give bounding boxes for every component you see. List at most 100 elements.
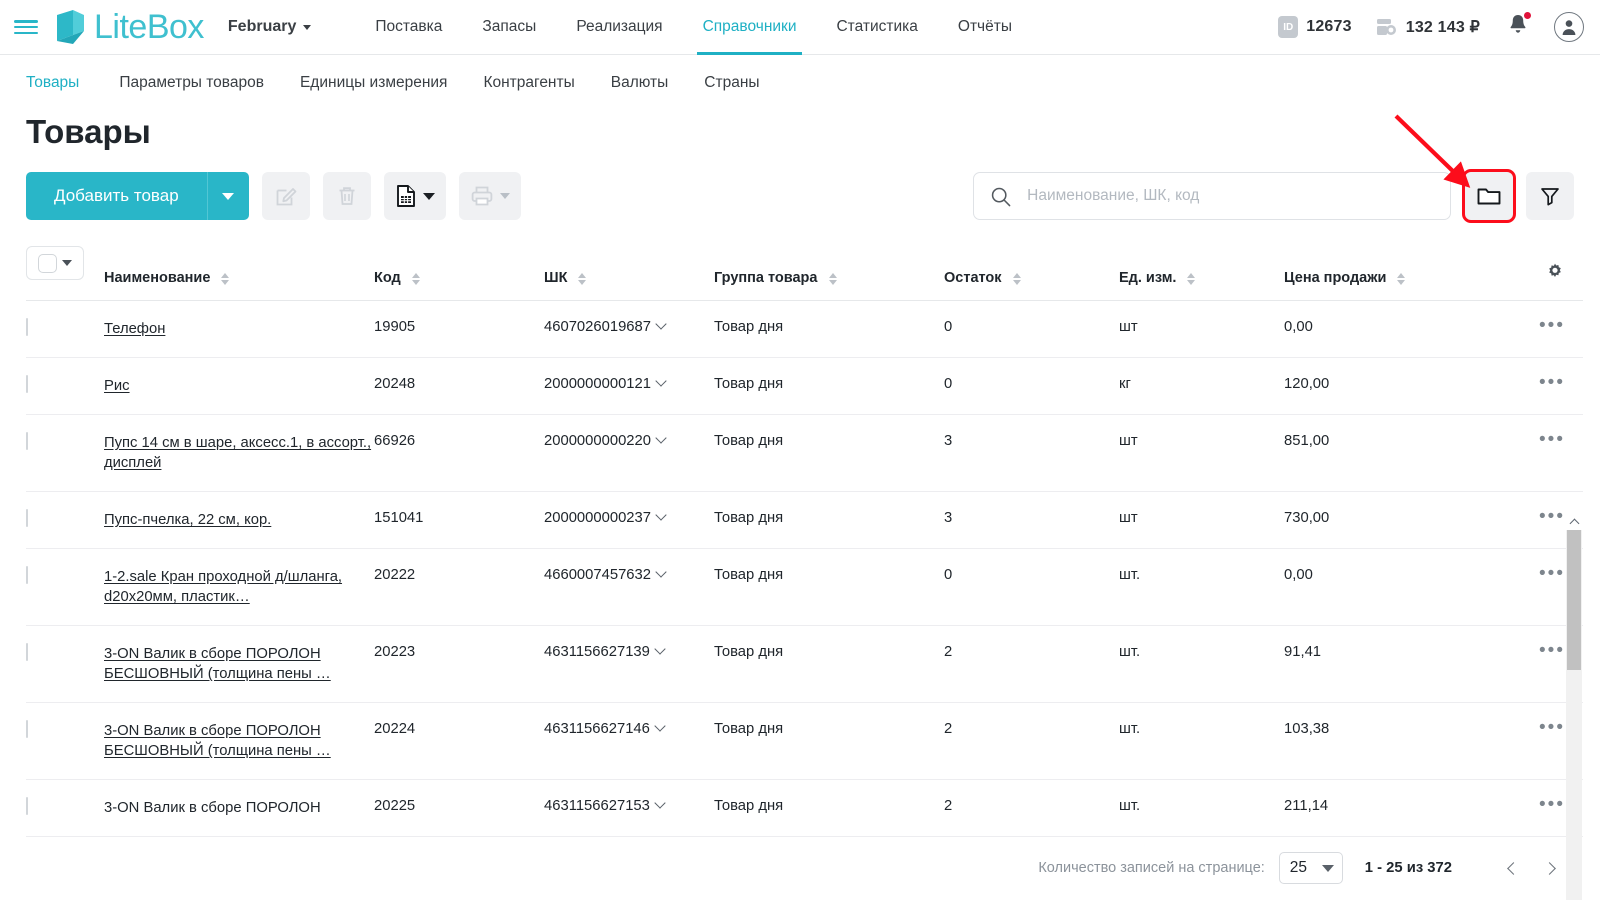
cell-barcode: 4631156627146 xyxy=(544,702,714,780)
table-settings-gear-icon[interactable] xyxy=(1545,263,1565,286)
export-file-button[interactable] xyxy=(383,172,446,220)
product-stock: 2 xyxy=(944,644,953,660)
row-actions-menu-icon[interactable]: ••• xyxy=(1539,718,1565,737)
filter-funnel-icon xyxy=(1541,188,1559,206)
row-checkbox-cell xyxy=(26,625,104,703)
col-header-stock[interactable]: Остаток xyxy=(944,246,1119,301)
barcode-expander[interactable]: 4607026019687 xyxy=(544,318,667,335)
table-row[interactable]: 3-ON Валик в сборе ПОРОЛОН БЕСШОВНЫЙ (то… xyxy=(26,625,1583,703)
row-actions-menu-icon[interactable]: ••• xyxy=(1539,641,1565,660)
row-checkbox[interactable] xyxy=(26,797,28,815)
user-avatar[interactable] xyxy=(1554,12,1584,42)
product-name-link[interactable]: 3-ON Валик в сборе ПОРОЛОН БЕСШОВНЫЙ (то… xyxy=(104,644,374,684)
sort-arrows-icon[interactable] xyxy=(411,273,420,286)
select-all-checkbox[interactable] xyxy=(38,253,57,273)
product-name-link[interactable]: Пупс-пчелка, 22 см, кор. xyxy=(104,510,374,530)
col-header-unit[interactable]: Ед. изм. xyxy=(1119,246,1284,301)
row-checkbox[interactable] xyxy=(26,509,28,527)
row-checkbox[interactable] xyxy=(26,643,28,661)
subnav-item-kontragenty[interactable]: Контрагенты xyxy=(465,74,592,92)
row-checkbox[interactable] xyxy=(26,566,28,584)
folder-view-button[interactable] xyxy=(1462,169,1516,223)
barcode-expander[interactable]: 4631156627146 xyxy=(544,720,666,737)
edit-button[interactable] xyxy=(261,172,310,220)
month-selector[interactable]: February xyxy=(228,18,312,36)
sort-arrows-icon[interactable] xyxy=(1397,273,1406,286)
scrollbar-thumb[interactable] xyxy=(1567,530,1581,670)
notifications-bell-icon[interactable] xyxy=(1506,11,1532,42)
col-header-barcode[interactable]: ШК xyxy=(544,246,714,301)
sort-arrows-icon[interactable] xyxy=(828,273,837,286)
filter-button[interactable] xyxy=(1526,172,1574,220)
table-row[interactable]: Телефон 19905 4607026019687 Товар дня 0 шт 0,0… xyxy=(26,300,1583,358)
row-checkbox[interactable] xyxy=(26,432,28,450)
col-header-code[interactable]: Код xyxy=(374,246,544,301)
row-actions-menu-icon[interactable]: ••• xyxy=(1539,795,1565,814)
delete-button[interactable] xyxy=(322,172,371,220)
col-header-name[interactable]: Наименование xyxy=(104,246,374,301)
subnav-item-edinitsy-izmereniya[interactable]: Единицы измерения xyxy=(282,74,465,92)
subnav-item-valyuty[interactable]: Валюты xyxy=(593,74,687,92)
subnav-item-strany[interactable]: Страны xyxy=(686,74,777,92)
add-product-dropdown-button[interactable] xyxy=(206,172,249,220)
row-actions-menu-icon[interactable]: ••• xyxy=(1539,507,1565,526)
product-name-link[interactable]: Пупс 14 см в шаре, аксесс.1, в ассорт., … xyxy=(104,433,374,473)
add-product-button[interactable]: Добавить товар xyxy=(26,172,207,220)
product-name-link[interactable]: 1-2.sale Кран проходной д/шланга, d20x20… xyxy=(104,567,374,607)
barcode-expander[interactable]: 4631156627153 xyxy=(544,797,666,814)
select-all-control[interactable] xyxy=(26,246,84,280)
subnav-item-tovary[interactable]: Товары xyxy=(26,74,101,92)
barcode-expander[interactable]: 4660007457632 xyxy=(544,566,667,583)
row-checkbox[interactable] xyxy=(26,375,28,393)
previous-page-button[interactable] xyxy=(1502,859,1520,877)
row-checkbox[interactable] xyxy=(26,720,28,738)
row-actions-menu-icon[interactable]: ••• xyxy=(1539,316,1565,335)
table-row[interactable]: Рис 20248 2000000000121 Товар дня 0 кг 120,00 •… xyxy=(26,357,1583,415)
nav-item-otchety[interactable]: Отчёты xyxy=(938,0,1032,55)
barcode-expander[interactable]: 2000000000220 xyxy=(544,432,667,449)
nav-item-statistika[interactable]: Статистика xyxy=(816,0,937,55)
search-input[interactable] xyxy=(1025,186,1434,206)
product-name-link[interactable]: 3-ON Валик в сборе ПОРОЛОН БЕСШОВНЫЙ (то… xyxy=(104,721,374,761)
col-header-price[interactable]: Цена продажи xyxy=(1284,246,1504,301)
next-page-button[interactable] xyxy=(1542,859,1560,877)
search-box[interactable] xyxy=(973,172,1451,220)
barcode-expander[interactable]: 4631156627139 xyxy=(544,643,666,660)
sort-arrows-icon[interactable] xyxy=(1012,273,1021,286)
barcode-expander[interactable]: 2000000000237 xyxy=(544,509,667,526)
edit-pencil-icon xyxy=(276,188,297,206)
product-name-link[interactable]: Рис xyxy=(104,376,374,396)
table-row[interactable]: Пупс 14 см в шаре, аксесс.1, в ассорт., … xyxy=(26,414,1583,492)
nav-item-postavka[interactable]: Поставка xyxy=(355,0,462,55)
table-row[interactable]: 1-2.sale Кран проходной д/шланга, d20x20… xyxy=(26,548,1583,626)
col-header-group[interactable]: Группа товара xyxy=(714,246,944,301)
barcode-expander[interactable]: 2000000000121 xyxy=(544,375,667,392)
nav-item-realizatsiya[interactable]: Реализация xyxy=(556,0,682,55)
table-row[interactable]: 3-ON Валик в сборе ПОРОЛОН БЕСШОВНЫЙ (то… xyxy=(26,702,1583,780)
row-actions-menu-icon[interactable]: ••• xyxy=(1539,430,1565,449)
table-row[interactable]: 3-ON Валик в сборе ПОРОЛОН 20225 463115662… xyxy=(26,779,1583,837)
subnav-item-parametry-tovarov[interactable]: Параметры товаров xyxy=(101,74,282,92)
table-header-row: Наименование Код ШК Группа товара Остато… xyxy=(26,246,1583,301)
row-actions-menu-icon[interactable]: ••• xyxy=(1539,564,1565,583)
product-name-link[interactable]: Телефон xyxy=(104,319,374,339)
hamburger-menu-icon[interactable] xyxy=(14,17,40,37)
page-size-select[interactable]: 25 xyxy=(1278,852,1343,884)
balance-display[interactable]: 132 143 ₽ xyxy=(1374,15,1480,39)
sort-arrows-icon[interactable] xyxy=(221,273,230,286)
product-barcode: 4631156627139 xyxy=(544,644,650,660)
sort-arrows-icon[interactable] xyxy=(1187,273,1196,286)
nav-item-zapasy[interactable]: Запасы xyxy=(462,0,556,55)
product-price: 103,38 xyxy=(1284,721,1330,737)
nav-item-spravochniki[interactable]: Справочники xyxy=(683,0,817,55)
user-icon xyxy=(1562,20,1576,35)
scroll-up-button[interactable] xyxy=(1566,512,1582,530)
row-actions-menu-icon[interactable]: ••• xyxy=(1539,373,1565,392)
user-id-display[interactable]: ID 12673 xyxy=(1278,16,1352,38)
row-checkbox[interactable] xyxy=(26,318,28,336)
app-logo[interactable]: LiteBox xyxy=(53,8,204,47)
table-row[interactable]: Пупс-пчелка, 22 см, кор. 151041 2000000000… xyxy=(26,491,1583,549)
litebox-logo-icon xyxy=(57,10,84,44)
sort-arrows-icon[interactable] xyxy=(578,273,587,286)
print-button[interactable] xyxy=(458,172,521,220)
